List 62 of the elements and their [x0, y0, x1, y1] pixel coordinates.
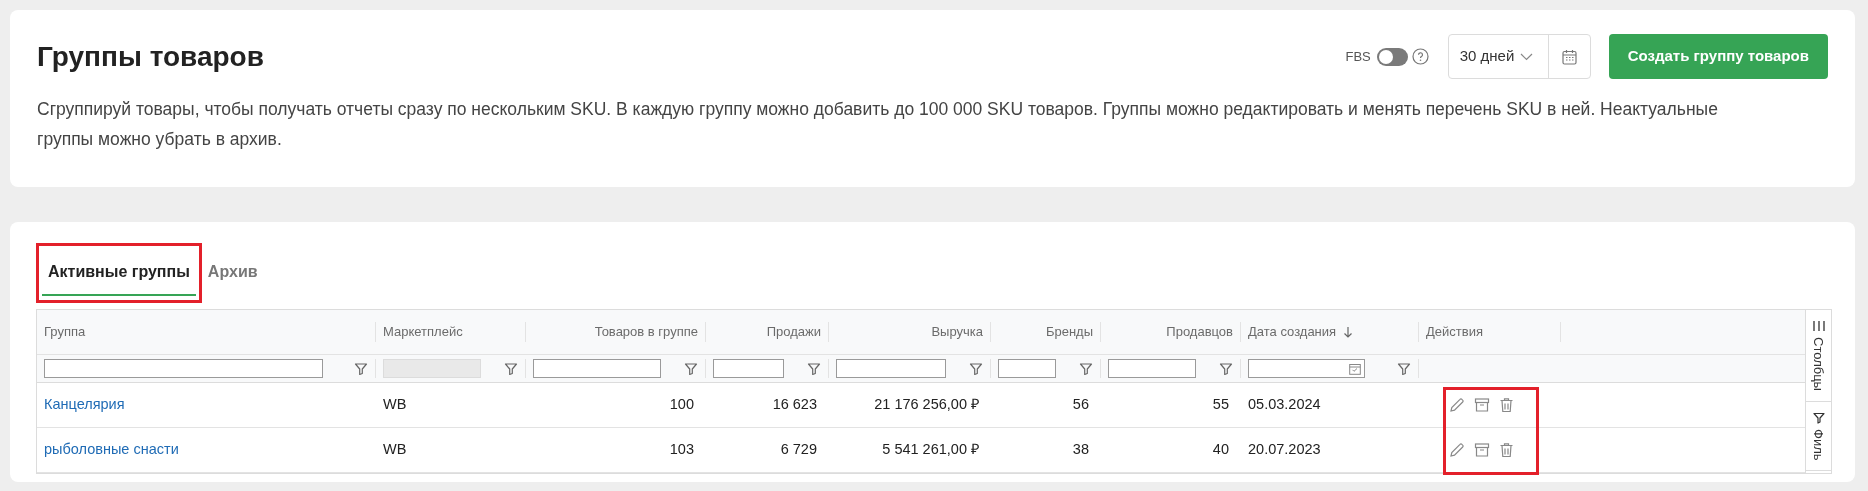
filter-icon[interactable]	[354, 361, 368, 376]
column-header[interactable]: Маркетплейс	[383, 322, 463, 342]
help-icon[interactable]	[1411, 48, 1429, 65]
filter-icon[interactable]	[1079, 361, 1093, 376]
calendar-icon	[1561, 48, 1577, 65]
fbs-label: FBS	[1345, 47, 1371, 66]
table-cell-text: 21 176 256,00 ₽	[874, 395, 979, 415]
filter-field[interactable]	[44, 359, 323, 378]
column-header[interactable]: Бренды	[1045, 322, 1093, 342]
table-cell-text: 38	[1072, 440, 1089, 460]
filter-icon[interactable]	[969, 361, 983, 376]
table-cell-text: WB	[383, 395, 407, 415]
fbs-toggle[interactable]	[1376, 47, 1408, 66]
filter-field[interactable]	[1108, 359, 1196, 378]
archive-icon[interactable]	[1474, 397, 1490, 413]
group-link[interactable]: Канцелярия	[44, 394, 125, 416]
table-cell-text: 16 623	[772, 395, 817, 415]
table-cell-text: 05.03.2024	[1248, 395, 1321, 415]
date-filter-field[interactable]	[1248, 359, 1365, 378]
table-cell-text: 56	[1072, 395, 1089, 415]
columns-panel-tab[interactable]: Столбцы	[1806, 310, 1831, 402]
page-title: Группы товаров	[37, 39, 264, 74]
column-header[interactable]: Группа	[44, 322, 86, 342]
filter-icon[interactable]	[504, 361, 518, 376]
archive-icon[interactable]	[1474, 442, 1490, 458]
table-cell-text: 100	[669, 395, 694, 415]
sort-arrow-icon[interactable]	[1343, 326, 1354, 338]
filter-icon[interactable]	[807, 361, 821, 376]
tab[interactable]: Архив	[201, 260, 264, 296]
tab[interactable]: Активные группы	[42, 260, 196, 296]
table-cell-text: 20.07.2023	[1248, 440, 1321, 460]
delete-icon[interactable]	[1499, 397, 1514, 413]
column-header[interactable]: Продавцов	[1166, 322, 1233, 342]
filter-field[interactable]	[713, 359, 784, 378]
table-cell-text: 6 729	[780, 440, 817, 460]
column-header[interactable]: Выручка	[931, 322, 983, 342]
create-group-button[interactable]: Создать группу товаров	[1608, 34, 1828, 79]
filter-icon[interactable]	[684, 361, 698, 376]
delete-icon[interactable]	[1499, 442, 1514, 458]
table-cell-text: 103	[669, 440, 694, 460]
column-header[interactable]: Товаров в группе	[594, 322, 698, 342]
columns-icon	[1812, 320, 1825, 332]
column-header[interactable]: Дата создания	[1248, 322, 1337, 342]
page-description: Сгруппируй товары, чтобы получать отчеты сразу по нескольким SKU. В каждую группу можно добавить до 100 000 SKU товаров. Группы можно редактировать и менять перечень SKU в ней. Неактуальные группы можно убрать в архив.	[37, 98, 1719, 151]
table-cell-text: 5 541 261,00 ₽	[882, 440, 979, 460]
edit-icon[interactable]	[1449, 442, 1465, 458]
filters-panel-tab[interactable]: Филь	[1806, 401, 1831, 472]
calendar-icon[interactable]	[1349, 362, 1361, 375]
filter-icon[interactable]	[1397, 361, 1411, 376]
chevron-down-icon	[1520, 52, 1534, 61]
table-cell-text: 40	[1212, 440, 1229, 460]
filter-field[interactable]	[836, 359, 946, 378]
edit-icon[interactable]	[1449, 397, 1465, 413]
filter-field[interactable]	[998, 359, 1056, 378]
table-cell-text: 55	[1212, 395, 1229, 415]
column-header[interactable]: Действия	[1426, 322, 1483, 342]
filter-icon[interactable]	[1219, 361, 1233, 376]
group-link[interactable]: рыболовные снасти	[44, 439, 179, 461]
table-cell-text: WB	[383, 440, 407, 460]
filter-field[interactable]	[533, 359, 661, 378]
filter-icon	[1812, 411, 1825, 424]
column-header[interactable]: Продажи	[766, 322, 821, 342]
